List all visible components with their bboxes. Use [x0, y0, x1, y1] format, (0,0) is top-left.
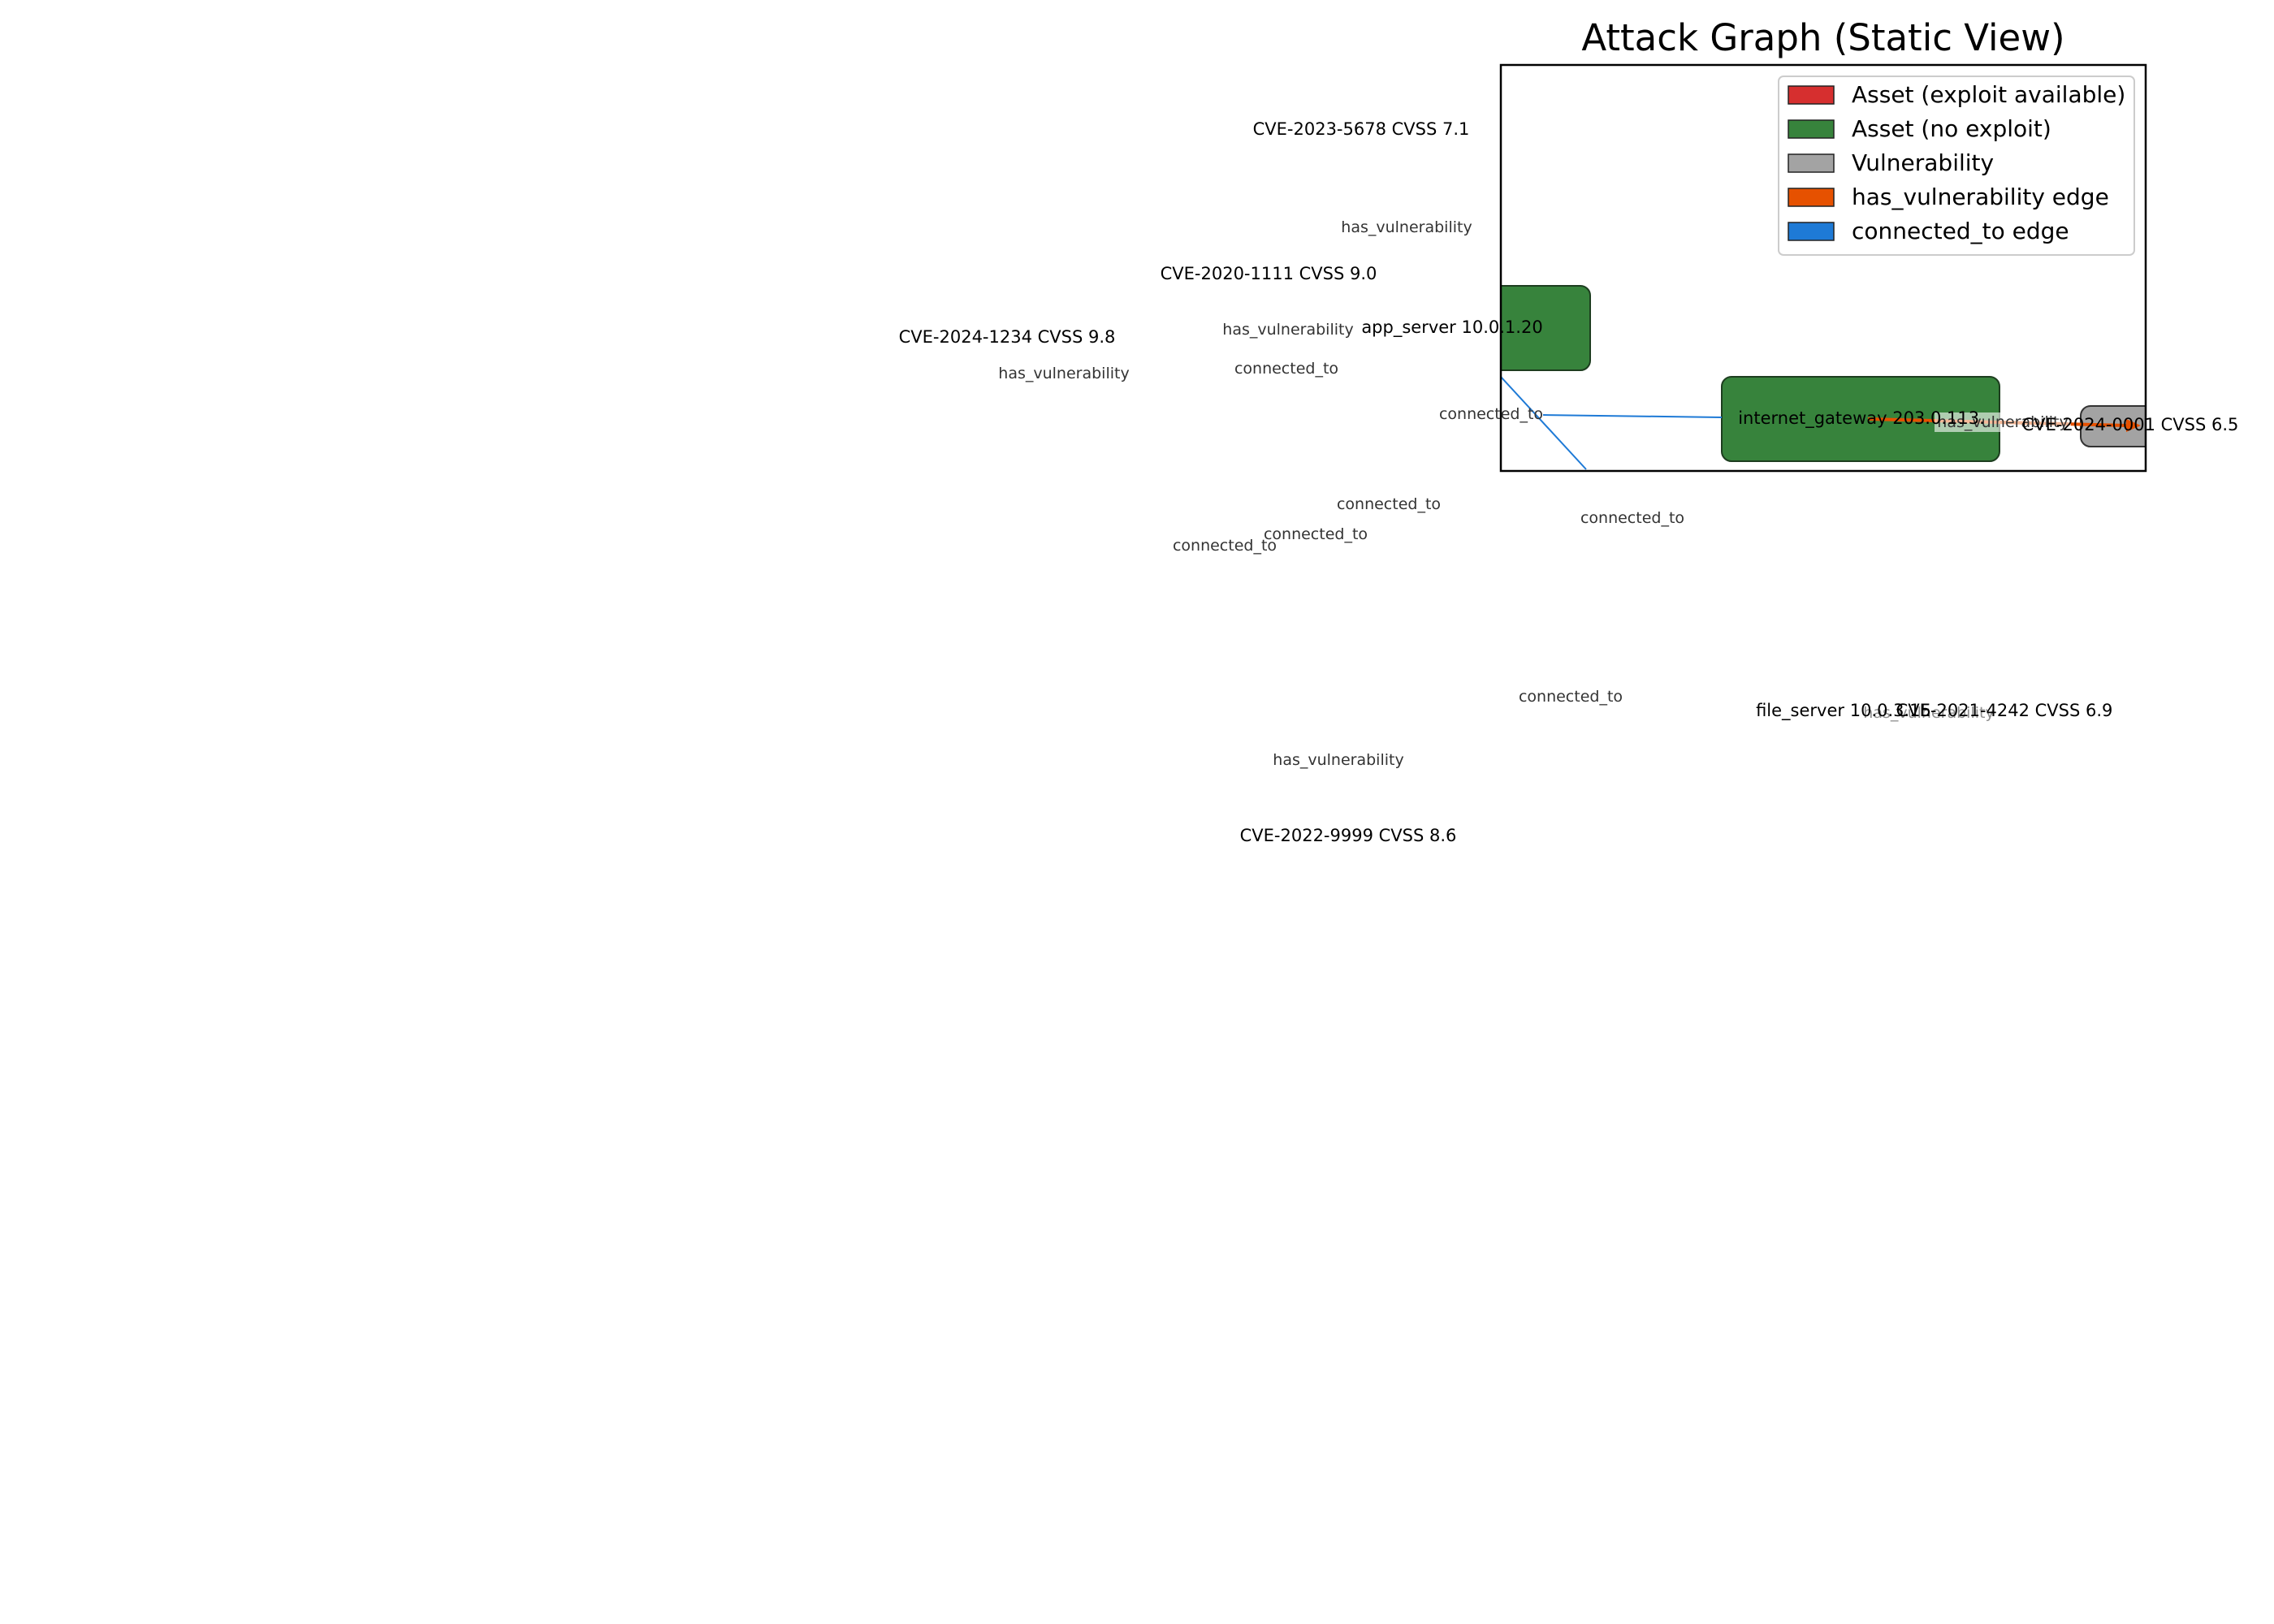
edge-label: connected_to — [1519, 688, 1623, 706]
legend-swatch-has-vuln-edge — [1788, 188, 1835, 207]
node-label-cve-2021-4242: CVE-2021-4242 CVSS 6.9 — [1896, 701, 2113, 720]
edge-label: connected_to — [1337, 495, 1441, 513]
edge-label: has_vulnerability — [1222, 321, 1353, 339]
edge-label: has_vulnerability — [1341, 218, 1472, 236]
node-label-cve-2022-9999: CVE-2022-9999 CVSS 8.6 — [1240, 826, 1457, 845]
legend-swatch-vulnerability — [1788, 153, 1835, 173]
legend-label-has-vuln-edge: has_vulnerability edge — [1852, 184, 2109, 210]
node-label-cve-2024-0001: CVE-2024-0001 CVSS 6.5 — [2022, 415, 2239, 434]
legend: Asset (exploit available) Asset (no expl… — [1778, 76, 2135, 256]
node-label-cve-2020-1111: CVE-2020-1111 CVSS 9.0 — [1161, 264, 1377, 283]
edge-label: connected_to — [1234, 360, 1338, 378]
legend-swatch-connected-edge — [1788, 222, 1835, 241]
legend-swatch-asset-no-exploit — [1788, 119, 1835, 139]
node-label-cve-2023-5678: CVE-2023-5678 CVSS 7.1 — [1253, 119, 1470, 139]
legend-label-connected-edge: connected_to edge — [1852, 218, 2069, 244]
connected-to-edge-1 — [1501, 376, 1587, 470]
legend-label-asset-exploit: Asset (exploit available) — [1852, 81, 2125, 108]
legend-swatch-asset-exploit — [1788, 85, 1835, 105]
node-label-internet-gateway: internet_gateway 203.0.113. — [1738, 408, 1985, 429]
node-label-cve-2024-1234: CVE-2024-1234 CVSS 9.8 — [899, 327, 1116, 347]
connected-to-edge-2 — [1542, 414, 1723, 418]
edge-label: connected_to — [1580, 509, 1684, 527]
edge-label: connected_to — [1439, 405, 1543, 423]
edge-label: connected_to — [1264, 525, 1368, 543]
node-label-app-server: app_server 10.0.1.20 — [1361, 317, 1542, 338]
edge-label: connected_to — [1173, 537, 1277, 555]
edge-label: has_vulnerability — [998, 365, 1129, 382]
legend-label-asset-no-exploit: Asset (no exploit) — [1852, 115, 2051, 142]
attack-graph-canvas: Attack Graph (Static View) Asset (exploi… — [899, 16, 2239, 845]
edge-label: has_vulnerability — [1273, 751, 1403, 769]
legend-label-vulnerability: Vulnerability — [1852, 149, 1994, 176]
plot-area — [1501, 285, 2146, 470]
graph-title: Attack Graph (Static View) — [1581, 16, 2064, 59]
